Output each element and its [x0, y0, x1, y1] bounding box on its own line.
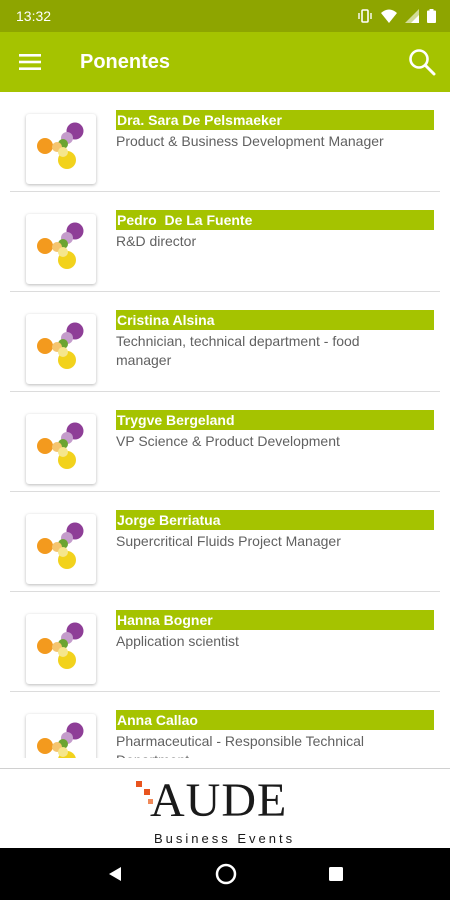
speaker-role: Application scientist — [116, 633, 239, 649]
speaker-row[interactable]: Hanna Bogner Application scientist — [10, 592, 440, 692]
speaker-row[interactable]: Cristina Alsina Technician, technical de… — [10, 292, 440, 392]
logo-molecule-icon — [37, 322, 84, 369]
logo-molecule-icon — [37, 422, 84, 469]
speaker-row[interactable]: Anna Callao Pharmaceutical - Responsible… — [10, 692, 440, 758]
speaker-role: Pharmaceutical - Responsible Technical D… — [116, 733, 364, 758]
speaker-name: Dra. Sara De Pelsmaeker — [116, 110, 434, 130]
speaker-list[interactable]: Dra. Sara De Pelsmaeker Product & Busine… — [0, 92, 450, 758]
speaker-name: Cristina Alsina — [116, 310, 434, 330]
nav-home-icon[interactable] — [215, 863, 237, 885]
status-time: 13:32 — [16, 8, 52, 24]
nav-recents-icon[interactable] — [328, 866, 344, 882]
speaker-name: Anna Callao — [116, 710, 434, 730]
hamburger-menu-icon — [19, 54, 41, 70]
speaker-role: Technician, technical department - food … — [116, 333, 360, 368]
logo-molecule-icon — [37, 722, 84, 758]
logo-molecule-icon — [37, 622, 84, 669]
system-nav-bar — [0, 848, 450, 900]
speaker-avatar — [26, 214, 96, 284]
app-bar: Ponentes — [0, 32, 450, 92]
speaker-avatar — [26, 314, 96, 384]
speaker-avatar — [26, 714, 96, 758]
signal-icon — [405, 9, 419, 23]
speaker-role: Supercritical Fluids Project Manager — [116, 533, 341, 549]
banner-tagline: Business Events — [154, 831, 296, 846]
wifi-icon — [381, 9, 397, 23]
status-bar: 13:32 — [0, 0, 450, 32]
speaker-name: Trygve Bergeland — [116, 410, 434, 430]
banner-brand: AUDE — [150, 774, 288, 827]
speaker-role: R&D director — [116, 233, 197, 249]
sponsor-banner[interactable]: AUDE Business Events — [0, 768, 450, 848]
menu-button[interactable] — [0, 32, 62, 92]
logo-molecule-icon — [37, 122, 84, 169]
speaker-name: Jorge Berriatua — [116, 510, 434, 530]
page-title: Ponentes — [80, 50, 171, 73]
speaker-avatar — [26, 414, 96, 484]
speaker-name: Hanna Bogner — [116, 610, 434, 630]
status-icons — [357, 9, 436, 23]
speaker-name: Pedro De La Fuente — [116, 210, 434, 230]
logo-molecule-icon — [37, 222, 84, 269]
speaker-role: VP Science & Product Development — [116, 433, 340, 449]
battery-icon — [427, 9, 436, 23]
speaker-avatar — [26, 114, 96, 184]
vibrate-icon — [358, 9, 372, 23]
speaker-avatar — [26, 514, 96, 584]
speaker-row[interactable]: Pedro De La Fuente R&D director — [10, 192, 440, 292]
logo-molecule-icon — [37, 522, 84, 569]
speaker-row[interactable]: Trygve Bergeland VP Science & Product De… — [10, 392, 440, 492]
speaker-row[interactable]: Jorge Berriatua Supercritical Fluids Pro… — [10, 492, 440, 592]
speaker-avatar — [26, 614, 96, 684]
speaker-row[interactable]: Dra. Sara De Pelsmaeker Product & Busine… — [10, 92, 440, 192]
search-button[interactable] — [394, 32, 450, 92]
nav-back-icon[interactable] — [106, 865, 124, 883]
speaker-role: Product & Business Development Manager — [116, 133, 384, 149]
search-icon — [409, 49, 436, 76]
